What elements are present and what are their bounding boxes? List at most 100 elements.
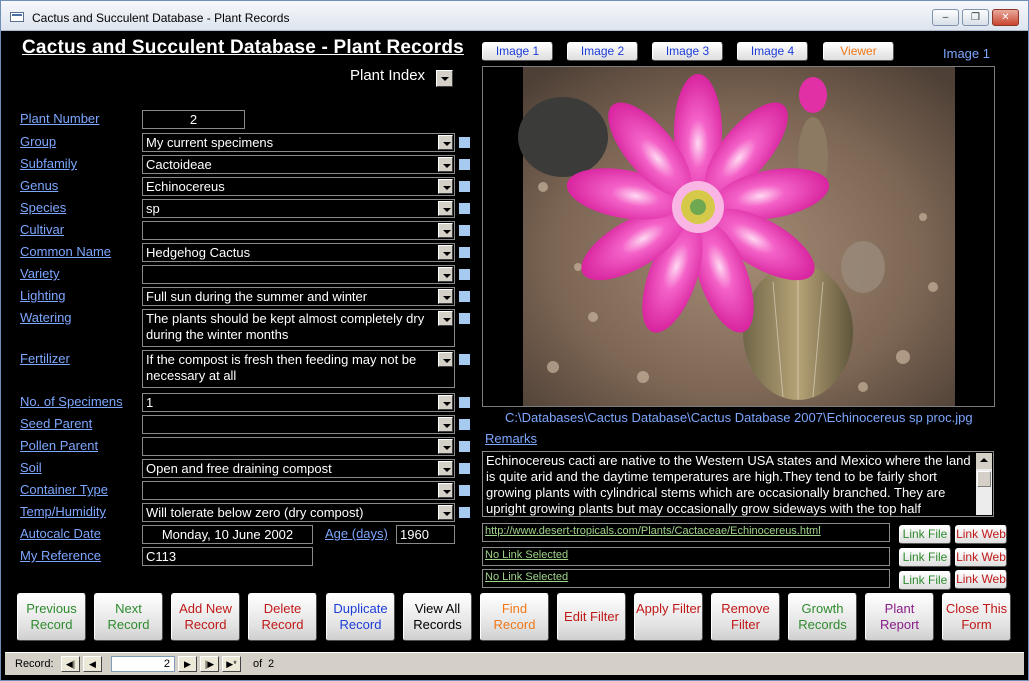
common-name-combo[interactable]: Hedgehog Cactus	[142, 243, 455, 262]
lighting-dropdown-icon[interactable]	[438, 289, 453, 304]
find-record-button[interactable]: Find Record	[480, 593, 549, 641]
add-new-record-button[interactable]: Add New Record	[171, 593, 240, 641]
species-dropdown-icon[interactable]	[438, 201, 453, 216]
restore-button[interactable]: ❐	[962, 9, 989, 26]
variety-combo[interactable]	[142, 265, 455, 284]
label-variety[interactable]: Variety	[20, 266, 60, 281]
delete-record-button[interactable]: Delete Record	[248, 593, 317, 641]
group-dropdown-icon[interactable]	[438, 135, 453, 150]
label-no-of-specimens[interactable]: No. of Specimens	[20, 394, 123, 409]
label-group[interactable]: Group	[20, 134, 56, 149]
genus-dropdown-icon[interactable]	[438, 179, 453, 194]
fertilizer-dropdown-icon[interactable]	[438, 352, 453, 367]
species-combo[interactable]: sp	[142, 199, 455, 218]
label-my-reference[interactable]: My Reference	[20, 548, 101, 563]
link-web-button-1[interactable]: Link Web	[955, 525, 1007, 544]
species-edit-square[interactable]	[459, 203, 470, 214]
age-days-field[interactable]: 1960	[396, 525, 455, 544]
label-seed-parent[interactable]: Seed Parent	[20, 416, 92, 431]
label-temp-humidity[interactable]: Temp/Humidity	[20, 504, 106, 519]
close-window-button[interactable]: ✕	[992, 9, 1019, 26]
seed-parent-edit-square[interactable]	[459, 419, 470, 430]
label-common-name[interactable]: Common Name	[20, 244, 111, 259]
temp-humidity-combo[interactable]: Will tolerate below zero (dry compost)	[142, 503, 455, 522]
viewer-button[interactable]: Viewer	[823, 42, 894, 61]
label-container-type[interactable]: Container Type	[20, 482, 108, 497]
label-cultivar[interactable]: Cultivar	[20, 222, 64, 237]
cultivar-combo[interactable]	[142, 221, 455, 240]
edit-filter-button[interactable]: Edit Filter	[557, 593, 626, 641]
autocalc-date-field[interactable]: Monday, 10 June 2002	[142, 525, 313, 544]
seed-parent-combo[interactable]	[142, 415, 455, 434]
container-type-edit-square[interactable]	[459, 485, 470, 496]
label-plant-number[interactable]: Plant Number	[20, 111, 99, 126]
watering-edit-square[interactable]	[459, 313, 470, 324]
scroll-thumb[interactable]	[977, 471, 991, 487]
image-4-button[interactable]: Image 4	[737, 42, 808, 61]
remarks-label[interactable]: Remarks	[485, 431, 537, 446]
next-record-icon[interactable]: ▶	[178, 656, 197, 672]
pollen-parent-dropdown-icon[interactable]	[438, 439, 453, 454]
previous-record-icon[interactable]: ◀	[83, 656, 102, 672]
variety-edit-square[interactable]	[459, 269, 470, 280]
label-subfamily[interactable]: Subfamily	[20, 156, 77, 171]
remarks-scrollbar[interactable]	[976, 453, 992, 515]
image-2-button[interactable]: Image 2	[567, 42, 638, 61]
last-record-icon[interactable]: |▶	[200, 656, 219, 672]
plant-index-dropdown[interactable]	[436, 70, 453, 87]
seed-parent-dropdown-icon[interactable]	[438, 417, 453, 432]
cultivar-edit-square[interactable]	[459, 225, 470, 236]
watering-combo[interactable]: The plants should be kept almost complet…	[142, 309, 455, 347]
common-name-edit-square[interactable]	[459, 247, 470, 258]
soil-edit-square[interactable]	[459, 463, 470, 474]
new-record-icon[interactable]: ▶*	[222, 656, 241, 672]
image-3-button[interactable]: Image 3	[652, 42, 723, 61]
first-record-icon[interactable]: ◀|	[61, 656, 80, 672]
temp-humidity-dropdown-icon[interactable]	[438, 505, 453, 520]
subfamily-edit-square[interactable]	[459, 159, 470, 170]
scroll-up-icon[interactable]	[976, 453, 992, 469]
group-combo[interactable]: My current specimens	[142, 133, 455, 152]
link-web-button-2[interactable]: Link Web	[955, 548, 1007, 567]
plant-report-button[interactable]: Plant Report	[865, 593, 934, 641]
image-1-button[interactable]: Image 1	[482, 42, 553, 61]
label-species[interactable]: Species	[20, 200, 66, 215]
link-file-button-2[interactable]: Link File	[899, 548, 951, 567]
lighting-combo[interactable]: Full sun during the summer and winter	[142, 287, 455, 306]
label-watering[interactable]: Watering	[20, 310, 72, 325]
label-age-days[interactable]: Age (days)	[325, 526, 388, 541]
fertilizer-combo[interactable]: If the compost is fresh then feeding may…	[142, 350, 455, 388]
link-file-button-1[interactable]: Link File	[899, 525, 951, 544]
common-name-dropdown-icon[interactable]	[438, 245, 453, 260]
growth-records-button[interactable]: Growth Records	[788, 593, 857, 641]
pollen-parent-edit-square[interactable]	[459, 441, 470, 452]
next-record-button[interactable]: Next Record	[94, 593, 163, 641]
link-field-3[interactable]: No Link Selected	[482, 569, 890, 588]
pollen-parent-combo[interactable]	[142, 437, 455, 456]
link-field-2[interactable]: No Link Selected	[482, 547, 890, 566]
label-soil[interactable]: Soil	[20, 460, 42, 475]
container-type-dropdown-icon[interactable]	[438, 483, 453, 498]
soil-combo[interactable]: Open and free draining compost	[142, 459, 455, 478]
container-type-combo[interactable]	[142, 481, 455, 500]
link-web-button-3[interactable]: Link Web	[955, 570, 1007, 589]
label-autocalc-date[interactable]: Autocalc Date	[20, 526, 101, 541]
subfamily-dropdown-icon[interactable]	[438, 157, 453, 172]
no-of-specimens-edit-square[interactable]	[459, 397, 470, 408]
watering-dropdown-icon[interactable]	[438, 311, 453, 326]
my-reference-field[interactable]: C113	[142, 547, 313, 566]
remarks-textarea[interactable]: Echinocereus cacti are native to the Wes…	[482, 451, 994, 517]
label-pollen-parent[interactable]: Pollen Parent	[20, 438, 98, 453]
view-all-records-button[interactable]: View All Records	[403, 593, 472, 641]
genus-combo[interactable]: Echinocereus	[142, 177, 455, 196]
no-of-specimens-dropdown-icon[interactable]	[438, 395, 453, 410]
genus-edit-square[interactable]	[459, 181, 470, 192]
variety-dropdown-icon[interactable]	[438, 267, 453, 282]
link-field-1[interactable]: http://www.desert-tropicals.com/Plants/C…	[482, 523, 890, 542]
remove-filter-button[interactable]: Remove Filter	[711, 593, 780, 641]
current-record-input[interactable]: 2	[111, 656, 175, 672]
minimize-button[interactable]: –	[932, 9, 959, 26]
cultivar-dropdown-icon[interactable]	[438, 223, 453, 238]
soil-dropdown-icon[interactable]	[438, 461, 453, 476]
no-of-specimens-combo[interactable]: 1	[142, 393, 455, 412]
